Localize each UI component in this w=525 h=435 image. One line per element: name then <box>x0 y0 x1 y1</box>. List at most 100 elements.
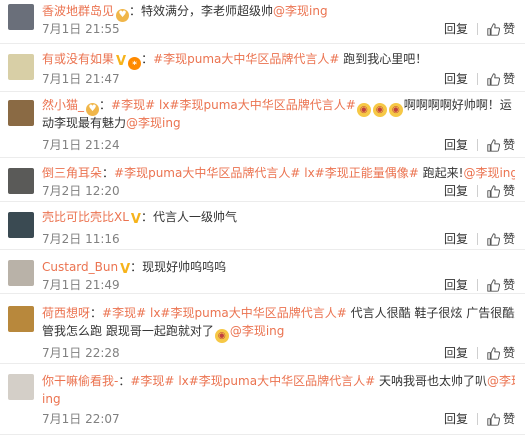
comment-text: 管我怎么跑 跟现哥一起跑就对了 <box>42 324 214 338</box>
divider <box>476 185 478 197</box>
like-label: 赞 <box>502 346 515 360</box>
verified-icon: V <box>116 54 127 69</box>
username-link[interactable]: 荷西想呀 <box>42 306 90 320</box>
comment-actions: 回复 赞 <box>444 136 515 154</box>
comment-text: ： <box>118 374 131 388</box>
divider <box>476 347 478 359</box>
comment-item: 香波地群岛见 ♥ ：特效满分，李老师超级帅@李现ing 7月1日 21:55 回复赞 <box>0 0 525 44</box>
thumbs-up-icon <box>487 138 500 152</box>
reply-button[interactable]: 回复 <box>444 344 468 362</box>
thumbs-up-icon <box>487 278 500 292</box>
like-button[interactable]: 赞 <box>487 70 515 88</box>
comment-actions: 回复 赞 <box>444 20 515 38</box>
mention-link[interactable]: @李现ing <box>230 324 285 338</box>
comment-text: ： <box>102 166 115 180</box>
username-link[interactable]: Custard_Bun <box>42 260 118 274</box>
topic-link[interactable]: lx#李现puma大中华区品牌代言人# <box>150 306 347 320</box>
mention-link[interactable]: @李现ing <box>126 116 181 130</box>
like-label: 赞 <box>502 232 515 246</box>
comment-text: ：特效满分，李老师超级帅 <box>129 4 274 18</box>
avatar[interactable] <box>8 260 34 286</box>
like-label: 赞 <box>502 412 515 426</box>
divider <box>476 233 478 245</box>
comment-text: 天呐我哥也太帅了叭 <box>375 374 487 388</box>
topic-link[interactable]: #李现# <box>102 306 146 320</box>
reply-button[interactable]: 回复 <box>444 20 468 38</box>
reply-button[interactable]: 回复 <box>444 276 468 294</box>
vip-icon: ⁎ <box>128 57 142 70</box>
username-link[interactable]: 有或没有如果 <box>42 52 114 66</box>
username-link[interactable]: 壳比可比壳比XL <box>42 210 129 224</box>
reply-button[interactable]: 回复 <box>444 70 468 88</box>
mention-link[interactable]: ing <box>42 392 61 406</box>
like-button[interactable]: 赞 <box>487 410 515 428</box>
comment-item: Custard_Bun V：现现好帅呜呜呜 7月1日 21:49 回复赞 <box>0 250 525 294</box>
avatar[interactable] <box>8 212 34 238</box>
verified-icon: V <box>120 262 131 276</box>
thumbs-up-icon <box>487 346 500 360</box>
mention-link[interactable]: @李现ing <box>273 4 328 18</box>
username-link[interactable]: 香波地群岛见 <box>42 4 114 18</box>
comment-actions: 回复 赞 <box>444 182 515 200</box>
reply-button[interactable]: 回复 <box>444 230 468 248</box>
like-button[interactable]: 赞 <box>487 182 515 200</box>
comment-line: ing <box>42 390 515 408</box>
comment-item: 倒三角耳朵：#李现puma大中华区品牌代言人# lx#李现正能量偶像# 跑起来!… <box>0 158 525 202</box>
reply-button[interactable]: 回复 <box>444 136 468 154</box>
comment-line: 你干嘛偷看我-：#李现# lx#李现puma大中华区品牌代言人# 天呐我哥也太帅… <box>42 372 515 390</box>
username-link[interactable]: 然小猫_ <box>42 98 84 112</box>
comment-text: 代言人很酷 鞋子很炫 广告很酷炫 <box>346 306 515 320</box>
reply-button[interactable]: 回复 <box>444 410 468 428</box>
comment-text: 啊啊啊啊好帅啊！运 <box>403 98 512 112</box>
avatar[interactable] <box>8 4 34 30</box>
comment-text: 动李现最有魅力 <box>42 116 127 130</box>
divider <box>476 413 478 425</box>
avatar[interactable] <box>8 306 34 332</box>
like-button[interactable]: 赞 <box>487 230 515 248</box>
comment-item: 然小猫_ ♥ ：#李现# lx#李现puma大中华区品牌代言人# ◉ ◉ ◉ 啊啊啊啊好帅啊… <box>0 92 525 158</box>
emoji-icon: ◉ <box>214 329 229 343</box>
mention-link[interactable]: @李现 <box>487 374 515 388</box>
like-button[interactable]: 赞 <box>487 276 515 294</box>
avatar[interactable] <box>8 54 34 80</box>
comment-text: 跑起来! <box>418 166 464 180</box>
comment-actions: 回复 赞 <box>444 230 515 248</box>
topic-link[interactable]: #李现# <box>130 374 174 388</box>
username-link[interactable]: 你干嘛偷看我- <box>42 374 118 388</box>
topic-link[interactable]: lx#李现puma大中华区品牌代言人# <box>178 374 375 388</box>
comment-text: ：代言人一级帅气 <box>140 210 237 224</box>
username-link[interactable]: 倒三角耳朵 <box>42 166 102 180</box>
comment-actions: 回复 赞 <box>444 276 515 294</box>
reply-button[interactable]: 回复 <box>444 182 468 200</box>
like-button[interactable]: 赞 <box>487 20 515 38</box>
like-label: 赞 <box>502 138 515 152</box>
comment-list: 香波地群岛见 ♥ ：特效满分，李老师超级帅@李现ing 7月1日 21:55 回复赞有或… <box>0 0 525 435</box>
comment-text: ： <box>141 52 154 66</box>
mention-link[interactable]: @李现ing <box>463 166 515 180</box>
topic-link[interactable]: lx#李现正能量偶像# <box>304 166 419 180</box>
comment-text: ： <box>90 306 103 320</box>
divider <box>476 279 478 291</box>
avatar[interactable] <box>8 100 34 126</box>
avatar[interactable] <box>8 374 34 400</box>
avatar[interactable] <box>8 168 34 194</box>
comment-line: Custard_Bun V：现现好帅呜呜呜 <box>42 258 515 276</box>
like-label: 赞 <box>502 72 515 86</box>
like-button[interactable]: 赞 <box>487 344 515 362</box>
topic-link[interactable]: #李现puma大中华区品牌代言人# <box>153 52 339 66</box>
like-button[interactable]: 赞 <box>487 136 515 154</box>
topic-link[interactable]: lx#李现puma大中华区品牌代言人# <box>159 98 356 112</box>
emoji-icon: ◉ ◉ ◉ <box>356 98 404 117</box>
emoji-icon: ◉ <box>214 324 230 343</box>
comment-line: 动李现最有魅力@李现ing <box>42 114 515 132</box>
like-label: 赞 <box>502 184 515 198</box>
comment-line: 有或没有如果 V ⁎ ：#李现puma大中华区品牌代言人# 跑到我心里吧！ <box>42 50 515 70</box>
comment-line: 香波地群岛见 ♥ ：特效满分，李老师超级帅@李现ing <box>42 2 515 22</box>
comment-text: 跑到我心里吧！ <box>339 52 428 66</box>
topic-link[interactable]: #李现# <box>111 98 155 112</box>
comment-text: ：现现好帅呜呜呜 <box>130 260 227 274</box>
thumbs-up-icon <box>487 412 500 426</box>
topic-link[interactable]: #李现puma大中华区品牌代言人# <box>114 166 300 180</box>
thumbs-up-icon <box>487 184 500 198</box>
comment-line: 荷西想呀：#李现# lx#李现puma大中华区品牌代言人# 代言人很酷 鞋子很炫… <box>42 304 515 322</box>
